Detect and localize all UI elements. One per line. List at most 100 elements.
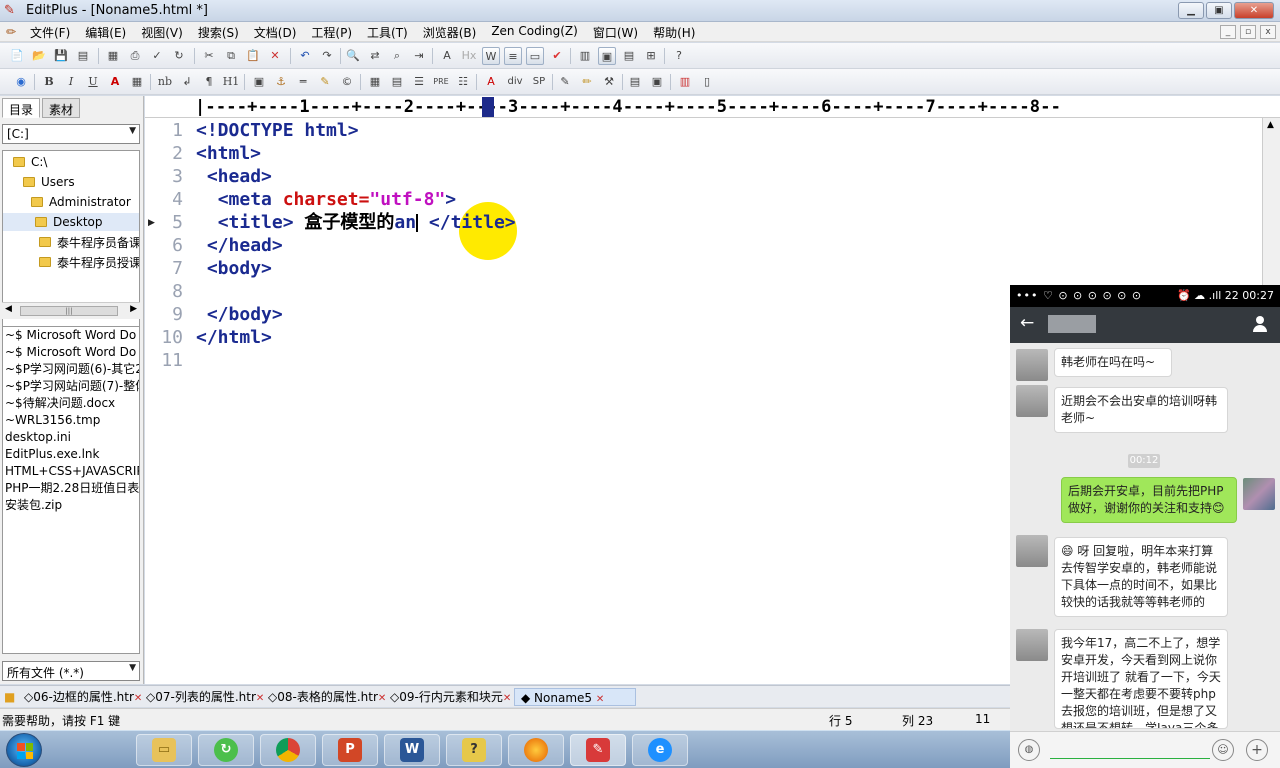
scroll-right-icon[interactable]: ▶ [130, 304, 137, 314]
form-icon[interactable]: ▤ [388, 73, 406, 91]
menu-document[interactable]: 文档(D) [254, 24, 297, 41]
tab-document[interactable]: ◇08-表格的属性.htr✕ [268, 688, 390, 706]
directory-window-icon[interactable]: ▥ [576, 47, 594, 65]
tab-document[interactable]: ◇09-行内元素和块元✕ [390, 688, 512, 706]
list-item[interactable]: HTML+CSS+JAVASCRIP [3, 463, 139, 480]
css-icon[interactable]: ✎ [556, 73, 574, 91]
minimize-button[interactable]: ▁ [1178, 2, 1204, 19]
list-item[interactable]: ~WRL3156.tmp [3, 412, 139, 429]
preformatted-button[interactable]: PRE [432, 73, 450, 91]
menu-tools[interactable]: 工具(T) [367, 24, 408, 41]
emoji-icon[interactable]: ☺ [1212, 739, 1234, 761]
scroll-up-icon[interactable]: ▲ [1267, 120, 1274, 130]
new-file-icon[interactable]: 📄 [8, 47, 26, 65]
paragraph-button[interactable]: ¶ [200, 73, 218, 91]
run-icon[interactable]: ▥ [676, 73, 694, 91]
browser-icon[interactable]: ◉ [12, 73, 30, 91]
list-item[interactable]: desktop.ini [3, 429, 139, 446]
spellcheck-icon[interactable]: ✓ [148, 47, 166, 65]
image-icon[interactable]: ▣ [250, 73, 268, 91]
menu-window[interactable]: 窗口(W) [593, 24, 638, 41]
list-item[interactable]: 安装包.zip [3, 497, 139, 514]
replace-icon[interactable]: ⇄ [366, 47, 384, 65]
plus-icon[interactable]: + [1246, 739, 1268, 761]
tree-item-administrator[interactable]: Administrator [31, 193, 131, 211]
ruler-toggle-icon[interactable]: ▭ [526, 47, 544, 65]
find-icon[interactable]: 🔍 [344, 47, 362, 65]
tab-document-active[interactable]: ◆ Noname5 ✕ [514, 688, 636, 706]
taskbar-sync-app[interactable]: ↻ [198, 734, 254, 766]
taskbar-help[interactable]: ? [446, 734, 502, 766]
line-break-button[interactable]: ↲ [178, 73, 196, 91]
table-icon[interactable]: ▦ [366, 73, 384, 91]
taskbar-explorer[interactable]: ▭ [136, 734, 192, 766]
scroll-left-icon[interactable]: ◀ [5, 304, 12, 314]
list-item[interactable]: EditPlus.exe.lnk [3, 446, 139, 463]
refresh-icon[interactable]: ↻ [170, 47, 188, 65]
cut-icon[interactable]: ✂ [200, 47, 218, 65]
back-arrow-icon[interactable]: ← [1020, 313, 1034, 333]
menu-search[interactable]: 搜索(S) [198, 24, 239, 41]
tree-item-desktop[interactable]: Desktop [3, 213, 139, 231]
undo-icon[interactable]: ↶ [296, 47, 314, 65]
tab-document[interactable]: ◇06-边框的属性.htr✕ [24, 688, 146, 706]
person-icon[interactable] [1252, 316, 1268, 332]
tab-document[interactable]: ◇07-列表的属性.htr✕ [146, 688, 268, 706]
voice-icon[interactable]: ◍ [1018, 739, 1040, 761]
menu-zen-coding[interactable]: Zen Coding(Z) [491, 24, 578, 41]
highlight-icon[interactable]: ✎ [316, 73, 334, 91]
bold-button[interactable]: B [40, 73, 58, 91]
font-color-button[interactable]: A [106, 73, 124, 91]
print-preview-icon[interactable]: ▦ [104, 47, 122, 65]
taskbar-editplus[interactable]: ✎ [570, 734, 626, 766]
save-all-icon[interactable]: ▤ [74, 47, 92, 65]
maximize-button[interactable]: ▣ [1206, 2, 1232, 19]
find-in-files-icon[interactable]: ⌕ [388, 47, 406, 65]
cliptext-icon[interactable]: ▤ [620, 47, 638, 65]
taskbar-word[interactable]: W [384, 734, 440, 766]
redo-icon[interactable]: ↷ [318, 47, 336, 65]
tree-item-users[interactable]: Users [23, 173, 75, 191]
help-pointer-icon[interactable]: ? [670, 47, 688, 65]
heading-button[interactable]: H1 [222, 73, 240, 91]
font-tag-button[interactable]: A [482, 73, 500, 91]
close-button[interactable]: ✕ [1234, 2, 1274, 19]
list-item[interactable]: ~$P学习网问题(6)-其它2 [3, 361, 139, 378]
hex-view-icon[interactable]: Hx [460, 47, 478, 65]
output-window-icon[interactable]: ▣ [598, 47, 616, 65]
menu-file[interactable]: 文件(F) [30, 24, 70, 41]
menu-browser[interactable]: 浏览器(B) [423, 24, 477, 41]
center-icon[interactable]: ☰ [410, 73, 428, 91]
tree-horizontal-scrollbar[interactable]: ◀ ||| ▶ [2, 302, 140, 319]
tree-item-folder-2[interactable]: 泰牛程序员授课 [39, 253, 139, 271]
pencil-icon[interactable]: ✏ [578, 73, 596, 91]
tab-clip-library[interactable]: 素材 [42, 98, 81, 118]
doc-close-button[interactable]: x [1260, 25, 1276, 39]
comment-icon[interactable]: © [338, 73, 356, 91]
color-grid-icon[interactable]: ▦ [128, 73, 146, 91]
list-item[interactable]: ~$P学习网站问题(7)-整体 [3, 378, 139, 395]
taskbar-ie[interactable]: e [632, 734, 688, 766]
print-icon[interactable]: ⎙ [126, 47, 144, 65]
italic-button[interactable]: I [62, 73, 80, 91]
list-item[interactable]: ~$待解决问题.docx [3, 395, 139, 412]
list-icon[interactable]: ☷ [454, 73, 472, 91]
menu-edit[interactable]: 编辑(E) [85, 24, 126, 41]
doc-restore-button[interactable]: ▫ [1240, 25, 1256, 39]
list-item[interactable]: PHP一期2.28日班值日表. [3, 480, 139, 497]
drive-select[interactable]: [C:] ▼ [2, 124, 140, 144]
tool-icon[interactable]: ⚒ [600, 73, 618, 91]
check-icon[interactable]: ✔ [548, 47, 566, 65]
menu-view[interactable]: 视图(V) [141, 24, 183, 41]
span-button[interactable]: SP [528, 73, 550, 91]
window-grid-icon[interactable]: ▣ [648, 73, 666, 91]
scroll-thumb[interactable]: ||| [20, 306, 118, 316]
file-filter-select[interactable]: 所有文件 (*.*) ▼ [2, 661, 140, 681]
list-item[interactable]: ~$ Microsoft Word Do [3, 344, 139, 361]
taskbar-powerpoint[interactable]: P [322, 734, 378, 766]
tree-item-c-root[interactable]: C:\ [13, 153, 47, 171]
goto-line-icon[interactable]: ⇥ [410, 47, 428, 65]
list-item[interactable]: ~$ Microsoft Word Do [3, 327, 139, 344]
taskbar-firefox[interactable] [508, 734, 564, 766]
delete-icon[interactable]: ✕ [266, 47, 284, 65]
